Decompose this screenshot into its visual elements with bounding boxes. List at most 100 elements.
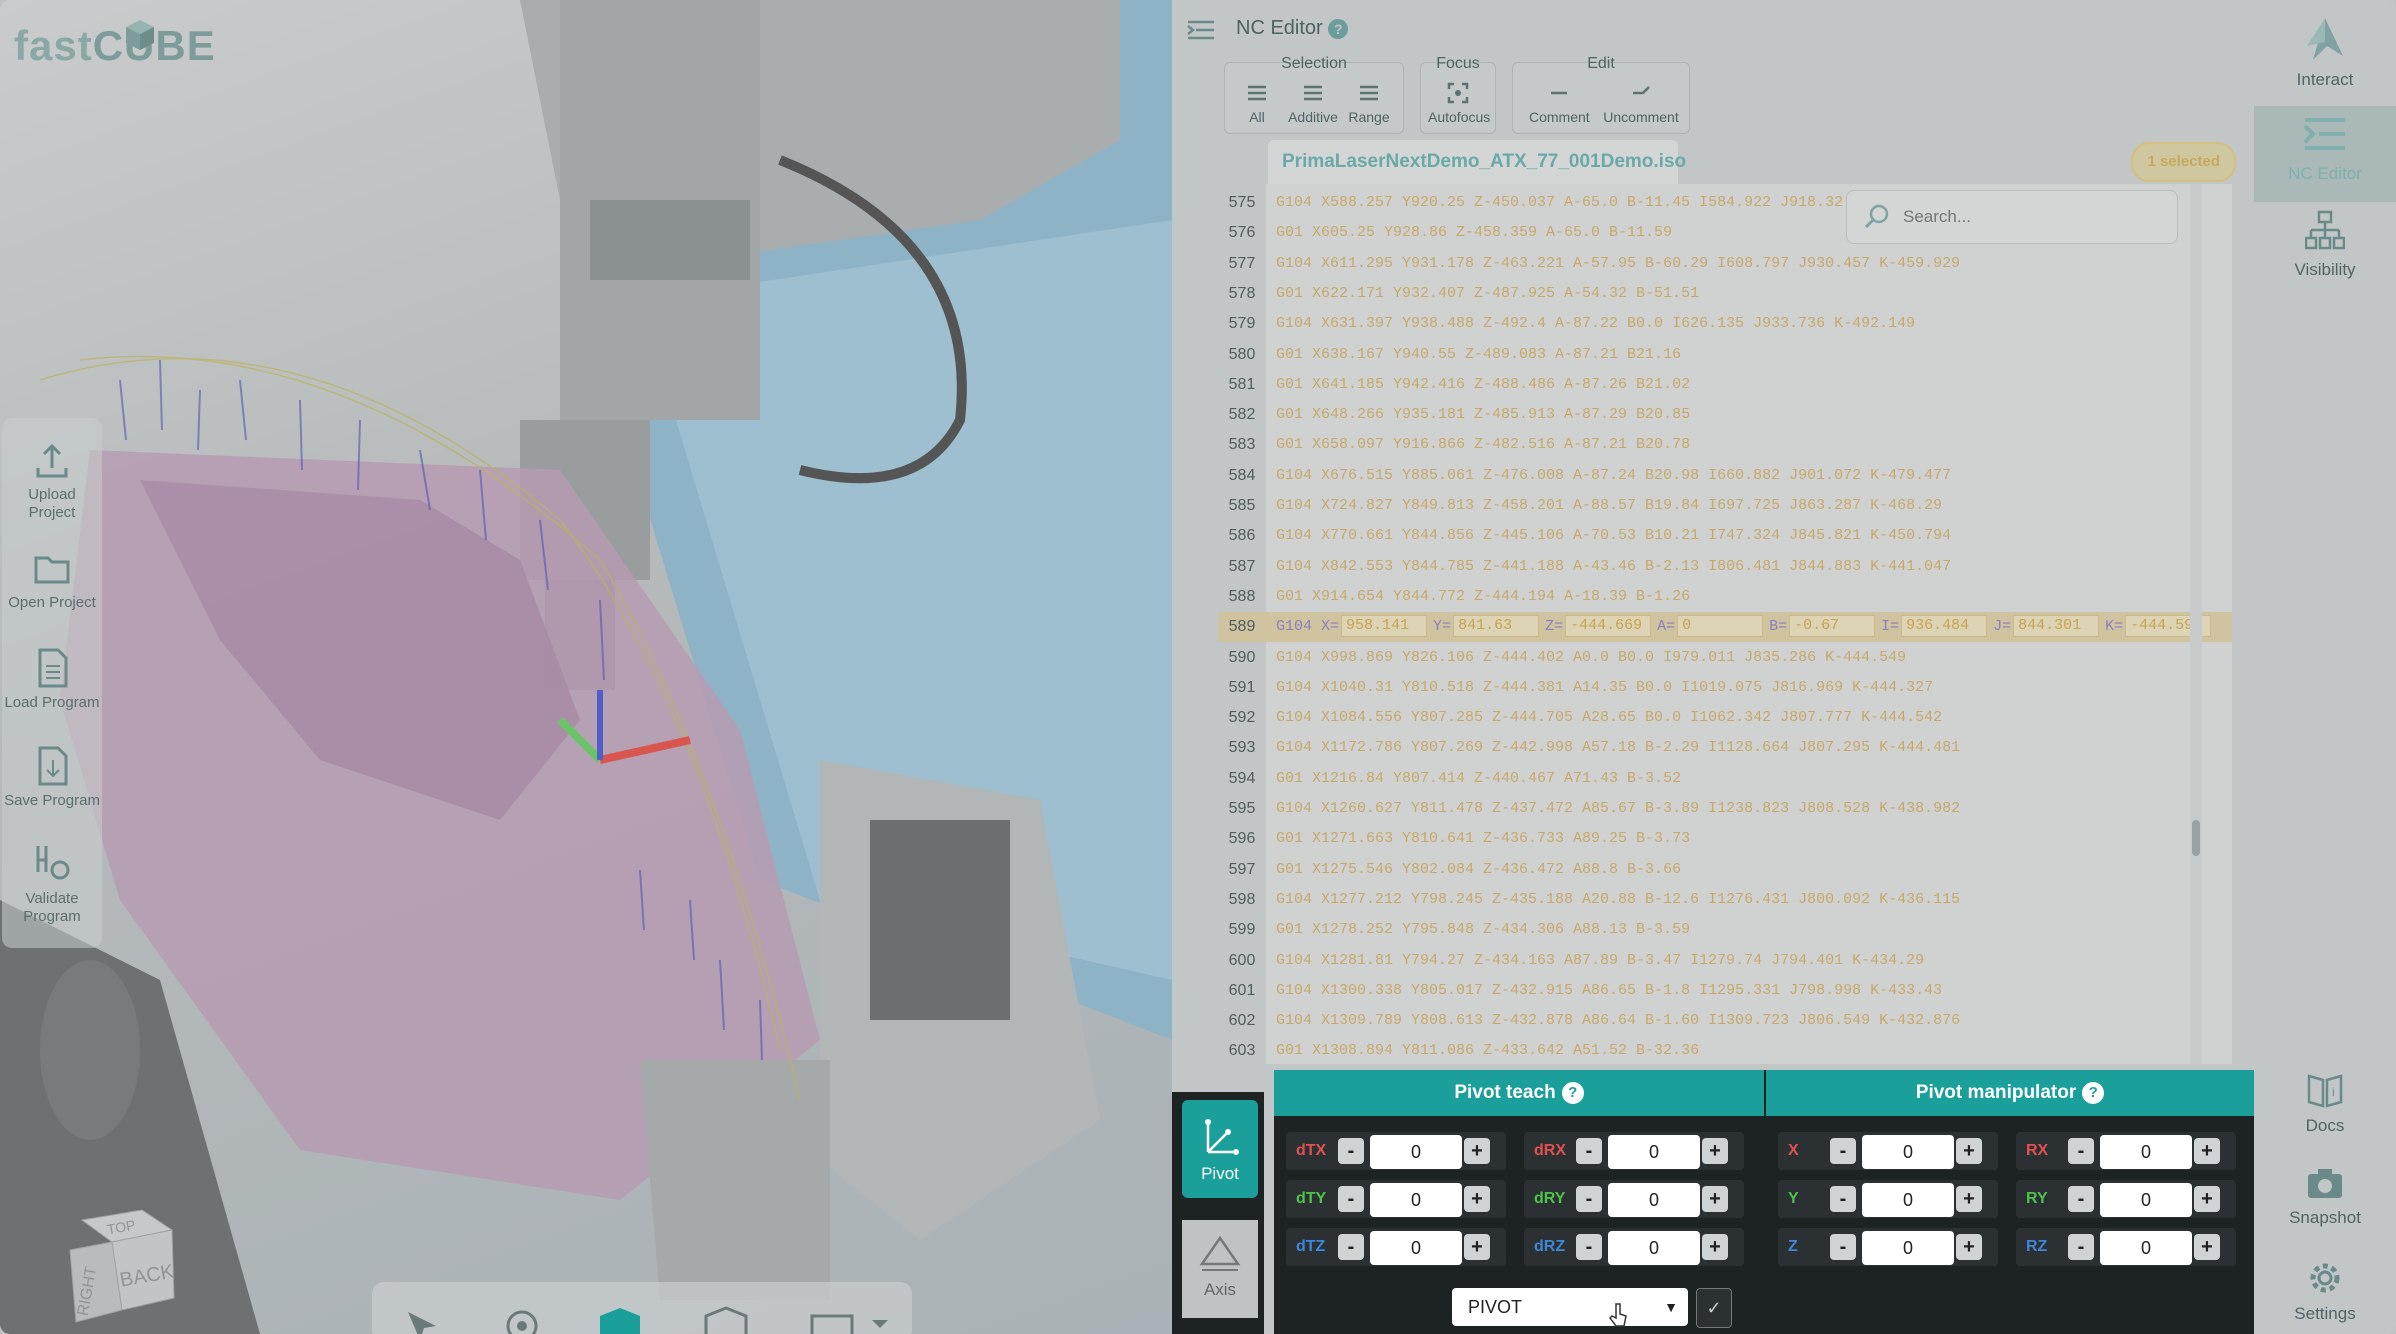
search-box[interactable] [1846,190,2178,244]
confirm-pivot-button[interactable]: ✓ [1696,1288,1732,1328]
control-value-input[interactable] [2100,1135,2192,1169]
control-value-input[interactable] [1862,1183,1954,1217]
load-program-button[interactable]: Load Program [2,646,102,712]
control-value-input[interactable] [1370,1231,1462,1265]
control-value-input[interactable] [2100,1183,2192,1217]
code-line[interactable]: 583 G01 X658.097 Y916.866 Z-482.516 A-87.… [1218,430,2232,460]
control-value-input[interactable] [1370,1135,1462,1169]
increment-button[interactable]: + [1464,1186,1490,1212]
measure-icon[interactable] [810,1314,888,1334]
select-range-button[interactable]: Range [1339,81,1399,125]
code-line[interactable]: 578 G01 X622.171 Y932.407 Z-487.925 A-54.… [1218,279,2232,309]
increment-button[interactable]: + [1956,1138,1982,1164]
select-additive-button[interactable]: Additive [1283,81,1343,125]
code-line[interactable]: 601 G104 X1300.338 Y805.017 Z-432.915 A86… [1218,976,2232,1006]
increment-button[interactable]: + [1702,1138,1728,1164]
pivot-manipulator-help-icon[interactable]: ? [2082,1081,2105,1104]
control-value-input[interactable] [1862,1135,1954,1169]
field-input[interactable]: 958.141 [1341,615,1428,638]
uncomment-button[interactable]: Uncomment [1601,81,1681,125]
field-input[interactable]: 841.63 [1453,615,1540,638]
code-line[interactable]: 595 G104 X1260.627 Y811.478 Z-437.472 A85… [1218,794,2232,824]
code-line[interactable]: 588 G01 X914.654 Y844.772 Z-444.194 A-18.… [1218,582,2232,612]
increment-button[interactable]: + [1702,1234,1728,1260]
decrement-button[interactable]: - [1576,1186,1602,1212]
code-line[interactable]: 580 G01 X638.167 Y940.55 Z-489.083 A-87.2… [1218,340,2232,370]
nc-editor-help-icon[interactable]: ? [1328,18,1349,39]
field-input[interactable]: 844.301 [2013,615,2100,638]
code-line[interactable]: 577 G104 X611.295 Y931.178 Z-463.221 A-57… [1218,249,2232,279]
control-value-input[interactable] [1608,1231,1700,1265]
rail-docs[interactable]: i Docs [2254,1070,2396,1136]
pivot-teach-help-icon[interactable]: ? [1561,1081,1584,1104]
decrement-button[interactable]: - [1338,1138,1364,1164]
code-line[interactable]: 597 G01 X1275.546 Y802.084 Z-436.472 A88.… [1218,855,2232,885]
open-project-button[interactable]: Open Project [2,546,102,612]
decrement-button[interactable]: - [1576,1234,1602,1260]
decrement-button[interactable]: - [1338,1186,1364,1212]
code-line[interactable]: 593 G104 X1172.786 Y807.269 Z-442.998 A57… [1218,733,2232,763]
code-line[interactable]: 587 G104 X842.553 Y844.785 Z-441.188 A-43… [1218,552,2232,582]
control-value-input[interactable] [1862,1231,1954,1265]
control-value-input[interactable] [1608,1135,1700,1169]
field-input[interactable]: -444.669 [1565,615,1652,638]
control-value-input[interactable] [2100,1231,2192,1265]
code-line[interactable]: 581 G01 X641.185 Y942.416 Z-488.486 A-87.… [1218,370,2232,400]
decrement-button[interactable]: - [2068,1138,2094,1164]
decrement-button[interactable]: - [2068,1234,2094,1260]
code-line[interactable]: 594 G01 X1216.84 Y807.414 Z-440.467 A71.4… [1218,764,2232,794]
rail-settings[interactable]: Settings [2254,1258,2396,1324]
autofocus-button[interactable]: Autofocus [1428,81,1490,125]
increment-button[interactable]: + [1464,1138,1490,1164]
increment-button[interactable]: + [1956,1186,1982,1212]
upload-project-button[interactable]: Upload Project [2,438,102,522]
scroll-thumb[interactable] [2192,820,2200,856]
field-input[interactable]: 0 [1677,615,1764,638]
pivot-mode-button[interactable]: Pivot [1182,1100,1258,1198]
code-line[interactable]: 599 G01 X1278.252 Y795.848 Z-434.306 A88.… [1218,915,2232,945]
decrement-button[interactable]: - [2068,1186,2094,1212]
axis-mode-button[interactable]: Axis [1182,1220,1258,1318]
code-line[interactable]: 590 G104 X998.869 Y826.106 Z-444.402 A0.0… [1218,643,2232,673]
increment-button[interactable]: + [2194,1186,2220,1212]
code-line[interactable]: 596 G01 X1271.663 Y810.641 Z-436.733 A89.… [1218,824,2232,854]
increment-button[interactable]: + [2194,1234,2220,1260]
code-line[interactable]: 602 G104 X1309.789 Y808.613 Z-432.878 A86… [1218,1006,2232,1036]
code-line-selected[interactable]: 589 G104 X= 958.141 Y= 841.63 Z= -444.669 A= 0 B=… [1218,612,2232,643]
file-tab[interactable]: PrimaLaserNextDemo_ATX_77_001Demo.iso [1268,140,1686,184]
select-all-button[interactable]: All [1227,81,1287,125]
decrement-button[interactable]: - [1830,1138,1856,1164]
code-line[interactable]: 579 G104 X631.397 Y938.488 Z-492.4 A-87.2… [1218,309,2232,339]
solid-view-icon[interactable] [600,1308,640,1334]
rail-visibility[interactable]: Visibility [2254,210,2396,280]
orbit-icon[interactable] [506,1310,538,1334]
save-program-button[interactable]: Save Program [2,744,102,810]
decrement-button[interactable]: - [1830,1234,1856,1260]
decrement-button[interactable]: - [1576,1138,1602,1164]
field-input[interactable]: -0.67 [1789,615,1876,638]
rail-snapshot[interactable]: Snapshot [2254,1166,2396,1228]
increment-button[interactable]: + [2194,1138,2220,1164]
increment-button[interactable]: + [1956,1234,1982,1260]
field-input[interactable]: 936.484 [1901,615,1988,638]
code-scrollbar[interactable] [2190,184,2202,1064]
code-line[interactable]: 603 G01 X1308.894 Y811.086 Z-433.642 A51.… [1218,1036,2232,1066]
pivot-select[interactable]: PIVOT ▼ [1452,1288,1688,1326]
collapse-menu-icon[interactable] [1186,18,1216,42]
decrement-button[interactable]: - [1338,1234,1364,1260]
code-line[interactable]: 591 G104 X1040.31 Y810.518 Z-444.381 A14.… [1218,673,2232,703]
rail-interact[interactable]: Interact [2254,16,2396,90]
validate-program-button[interactable]: Validate Program [2,842,102,926]
code-line[interactable]: 598 G104 X1277.212 Y798.245 Z-435.188 A20… [1218,885,2232,915]
code-line[interactable]: 592 G104 X1084.556 Y807.285 Z-444.705 A28… [1218,703,2232,733]
search-input[interactable] [1901,203,2165,231]
code-line[interactable]: 584 G104 X676.515 Y885.061 Z-476.008 A-87… [1218,461,2232,491]
code-line[interactable]: 586 G104 X770.661 Y844.856 Z-445.106 A-70… [1218,521,2232,551]
increment-button[interactable]: + [1464,1234,1490,1260]
rail-nc-editor[interactable]: NC Editor [2254,106,2396,202]
3d-viewport[interactable]: fastCUBE Upload Project Open Project Loa… [0,0,1172,1334]
view-cube[interactable]: TOP RIGHT BACK [62,1210,182,1330]
control-value-input[interactable] [1370,1183,1462,1217]
decrement-button[interactable]: - [1830,1186,1856,1212]
code-line[interactable]: 585 G104 X724.827 Y849.813 Z-458.201 A-88… [1218,491,2232,521]
